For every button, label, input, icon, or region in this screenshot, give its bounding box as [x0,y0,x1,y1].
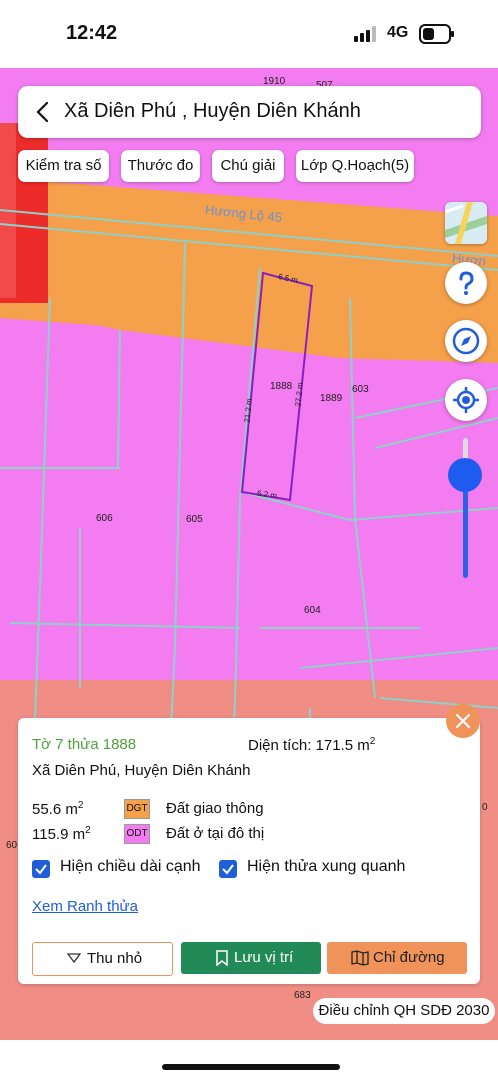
close-panel-button[interactable] [446,704,480,738]
parcel-area: Diện tích: 171.5 m2 [248,736,376,754]
zoom-slider-handle[interactable] [448,458,482,492]
parcel-label: 606 [96,513,113,524]
checkmark-icon [35,864,47,875]
battery-icon [419,24,454,44]
ruler-button[interactable]: Thước đo [121,150,200,182]
my-location-button[interactable] [445,379,487,421]
parcel-label: 0 [482,802,488,813]
check-number-button[interactable]: Kiểm tra số [18,150,109,182]
show-neighbors-checkbox[interactable] [219,860,237,878]
parcel-label: 60 [6,840,18,851]
planning-version-badge[interactable]: Điều chỉnh QH SDĐ 2030 [313,998,495,1024]
parcel-label: 603 [352,384,369,395]
view-boundary-link[interactable]: Xem Ranh thửa [32,898,138,915]
parcel-label: 605 [186,514,203,525]
status-bar: 12:42 4G [0,0,498,68]
parcel-info-panel: Tờ 7 thửa 1888 Diện tích: 171.5 m2 Xã Di… [18,718,480,984]
signal-icon [354,26,376,42]
directions-button[interactable]: Chỉ đường [327,942,467,974]
location-header: Xã Diên Phú , Huyện Diên Khánh [18,86,481,138]
land-use-area: 115.9 m2 [32,825,91,843]
parcel-id: Tờ 7 thửa 1888 [32,736,137,753]
land-use-name: Đất ở tại đô thị [166,825,265,842]
land-use-code-badge: ODT [124,824,150,844]
bookmark-icon [216,950,228,966]
parcel-label: 1889 [320,393,343,404]
checkmark-icon [222,864,234,875]
save-location-button[interactable]: Lưu vị trí [181,942,321,974]
show-neighbors-label: Hiện thửa xung quanh [247,858,406,875]
bottom-bar [0,1040,498,1080]
status-time: 12:42 [66,22,118,44]
parcel-label: 683 [294,990,311,1001]
compass-button[interactable] [445,320,487,362]
land-use-name: Đất giao thông [166,800,264,817]
legend-button[interactable]: Chú giải [212,150,284,182]
back-arrow-icon[interactable] [32,100,56,124]
compass-icon [452,327,480,355]
home-indicator [162,1064,340,1070]
map-type-button[interactable] [445,202,487,244]
map-fold-icon [351,950,369,966]
parcel-label: 604 [304,605,321,616]
show-edge-lengths-label: Hiện chiều dài cạnh [60,858,201,875]
network-label: 4G [387,24,409,41]
page-title: Xã Diên Phú , Huyện Diên Khánh [64,100,361,122]
land-use-code-badge: DGT [124,799,150,819]
close-icon [455,713,471,729]
parcel-label: 1888 [270,381,293,392]
parcel-location: Xã Diên Phú, Huyện Diên Khánh [32,762,251,779]
help-button[interactable] [445,262,487,304]
minimize-button[interactable]: Thu nhỏ [32,942,173,976]
land-use-area: 55.6 m2 [32,800,84,818]
triangle-down-icon [67,953,81,964]
locate-icon [453,387,479,413]
show-edge-lengths-checkbox[interactable] [32,860,50,878]
map-layer-icon [445,202,487,244]
question-icon [459,271,474,295]
planning-layer-button[interactable]: Lớp Q.Hoạch(5) [296,150,414,182]
